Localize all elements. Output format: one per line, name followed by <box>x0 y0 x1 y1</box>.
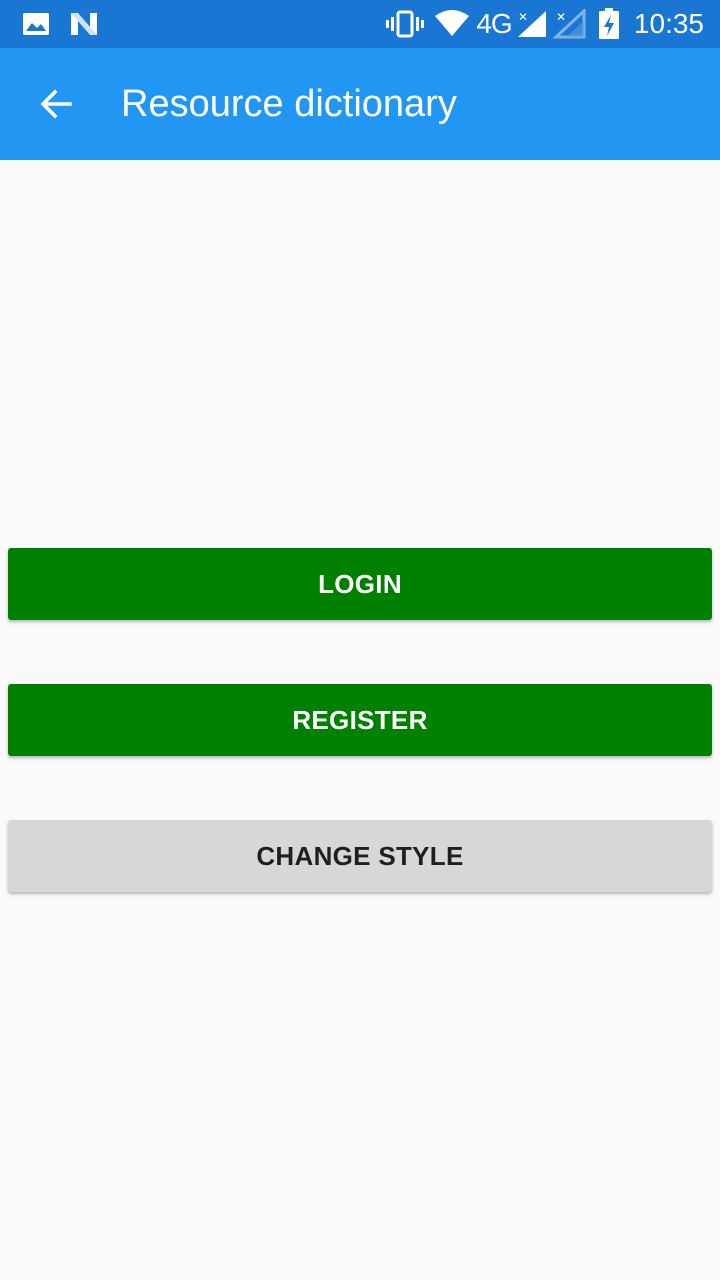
change-style-button[interactable]: CHANGE STYLE <box>8 820 712 892</box>
status-bar: 4G ✕ ✕ 10:35 <box>0 0 720 48</box>
back-button[interactable] <box>20 68 92 140</box>
page-title: Resource dictionary <box>121 83 457 125</box>
network-type-label: 4G <box>476 8 512 39</box>
signal-2-icon: ✕ <box>552 0 586 48</box>
n-notification-icon <box>68 0 100 48</box>
battery-charging-icon <box>598 0 620 48</box>
login-button[interactable]: LOGIN <box>8 548 712 620</box>
vibrate-icon <box>386 0 424 48</box>
status-clock: 10:35 <box>633 8 704 39</box>
svg-text:✕: ✕ <box>556 10 566 24</box>
svg-text:✕: ✕ <box>518 10 528 24</box>
app-bar: Resource dictionary <box>0 48 720 160</box>
register-button[interactable]: REGISTER <box>8 684 712 756</box>
arrow-back-icon <box>40 89 72 119</box>
signal-icon: ✕ <box>514 0 548 48</box>
wifi-icon <box>434 0 470 48</box>
image-icon <box>22 0 50 48</box>
